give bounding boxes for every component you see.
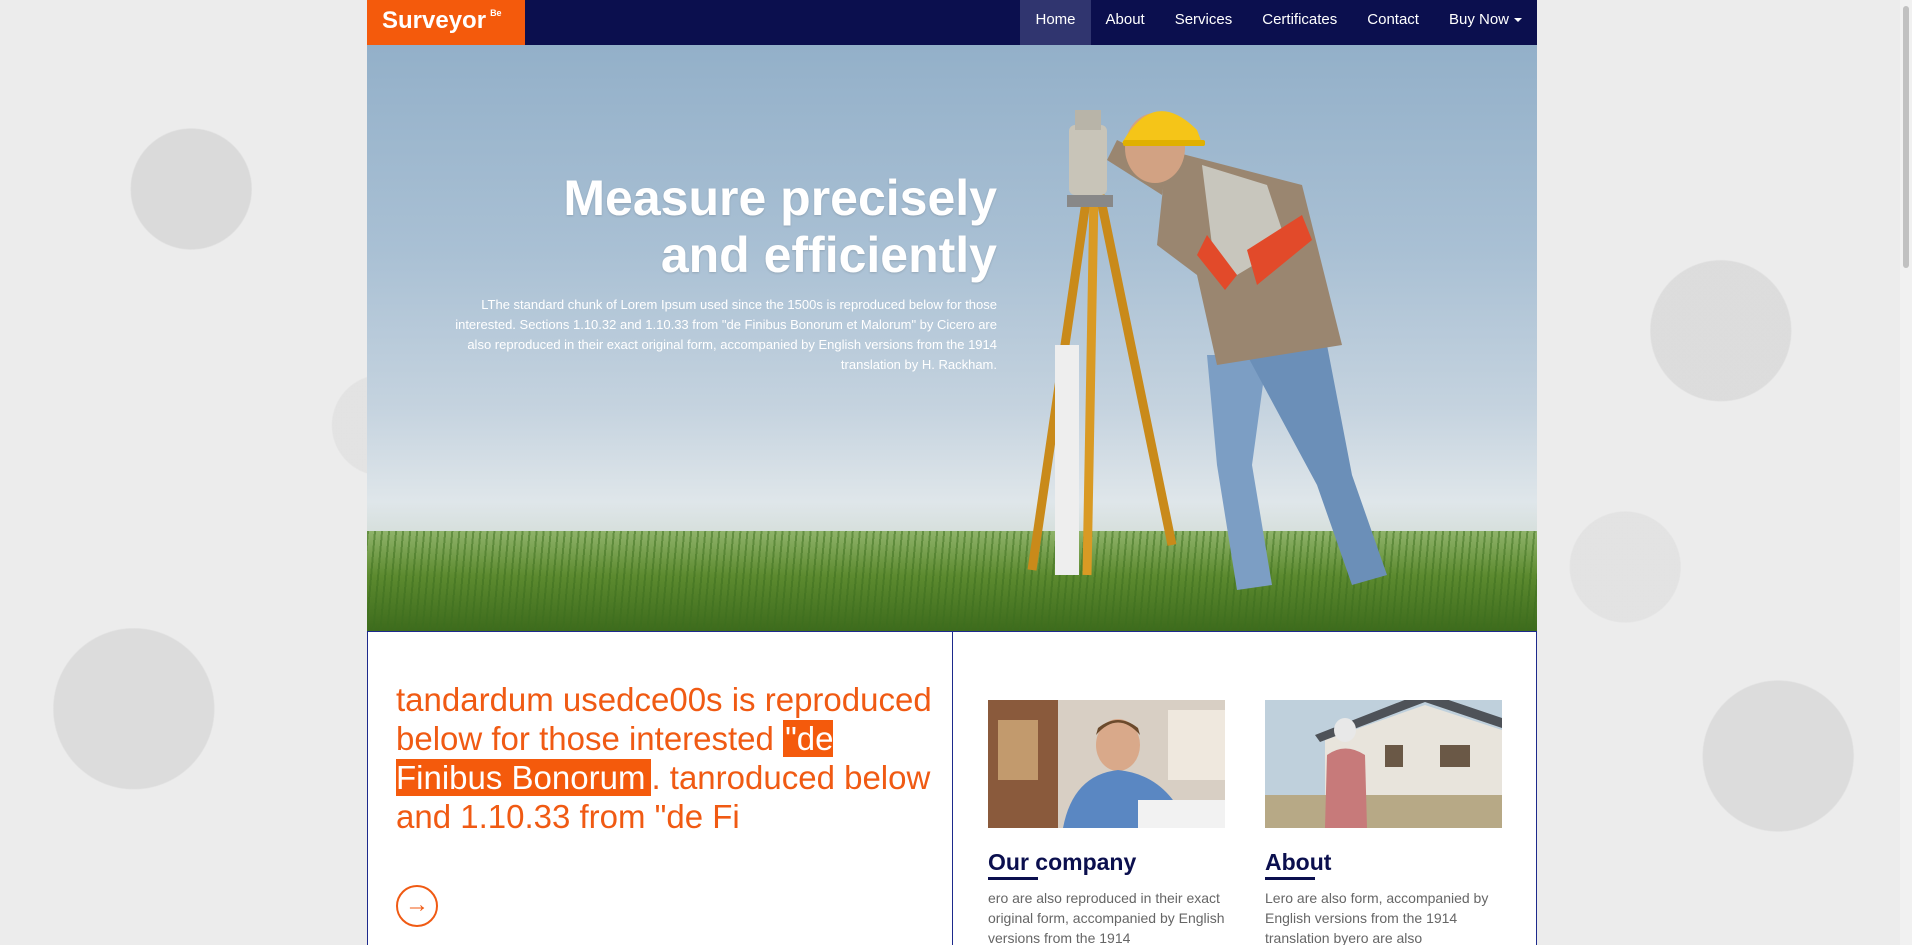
buy-now-label: Buy Now bbox=[1448, 11, 1509, 28]
card-title[interactable]: About bbox=[1265, 848, 1502, 876]
main-nav: Home About Services Certificates Contact… bbox=[1020, 0, 1537, 45]
hero-title-line1: Measure precisely bbox=[563, 170, 997, 226]
jeans-left bbox=[1207, 355, 1272, 590]
page-scrollbar[interactable] bbox=[1900, 0, 1912, 945]
card-image-house-inspector[interactable] bbox=[1265, 700, 1502, 828]
nav-services[interactable]: Services bbox=[1160, 0, 1248, 45]
nav-certificates[interactable]: Certificates bbox=[1247, 0, 1352, 45]
card-title[interactable]: Our company bbox=[988, 848, 1225, 876]
nav-contact[interactable]: Contact bbox=[1352, 0, 1434, 45]
hero-title: Measure precisely and efficiently bbox=[477, 170, 997, 284]
hero-text: LThe standard chunk of Lorem Ipsum used … bbox=[455, 297, 997, 372]
title-underline bbox=[1265, 877, 1315, 880]
nav-buy-now-dropdown[interactable]: Buy Now bbox=[1434, 0, 1537, 45]
cards-panel: Our company ero are also reproduced in t… bbox=[953, 631, 1537, 945]
hero-banner: Measure precisely and efficiently LThe s… bbox=[367, 45, 1537, 631]
card-image-office-worker[interactable] bbox=[988, 700, 1225, 828]
scrollbar-thumb[interactable] bbox=[1903, 6, 1909, 268]
title-underline bbox=[988, 877, 1038, 880]
theodolite bbox=[1069, 125, 1107, 195]
read-more-button[interactable]: → bbox=[396, 885, 438, 927]
tripod-extension bbox=[1055, 345, 1079, 575]
card-about: About Lero are also form, accompanied by… bbox=[1265, 700, 1502, 945]
nav-about[interactable]: About bbox=[1091, 0, 1160, 45]
caret-down-icon bbox=[1514, 18, 1522, 23]
jeans-right bbox=[1247, 345, 1387, 585]
card-our-company: Our company ero are also reproduced in t… bbox=[988, 700, 1225, 945]
brand-logo[interactable]: Surveyor Be bbox=[367, 0, 525, 45]
arrow-right-icon: → bbox=[405, 891, 429, 918]
intro-panel: tandardum usedce00s is reproduced below … bbox=[367, 631, 953, 945]
card-text: ero are also reproduced in their exact o… bbox=[988, 890, 1225, 945]
hard-hat bbox=[1122, 111, 1202, 143]
page-container: Surveyor Be Home About Services Certifica… bbox=[367, 0, 1537, 945]
brand-name: Surveyor bbox=[382, 7, 487, 34]
tripod-leg bbox=[1082, 194, 1099, 576]
hero-title-line2: and efficiently bbox=[660, 227, 997, 283]
navbar: Surveyor Be Home About Services Certifica… bbox=[367, 0, 1537, 45]
intro-text: tandardum usedce00s is reproduced below … bbox=[396, 680, 936, 836]
intro-text-before: tandardum usedce00s is reproduced below … bbox=[396, 681, 932, 757]
nav-home[interactable]: Home bbox=[1020, 0, 1091, 45]
card-text: Lero are also form, accompanied by Engli… bbox=[1265, 890, 1489, 945]
brand-badge: Be bbox=[490, 8, 502, 18]
